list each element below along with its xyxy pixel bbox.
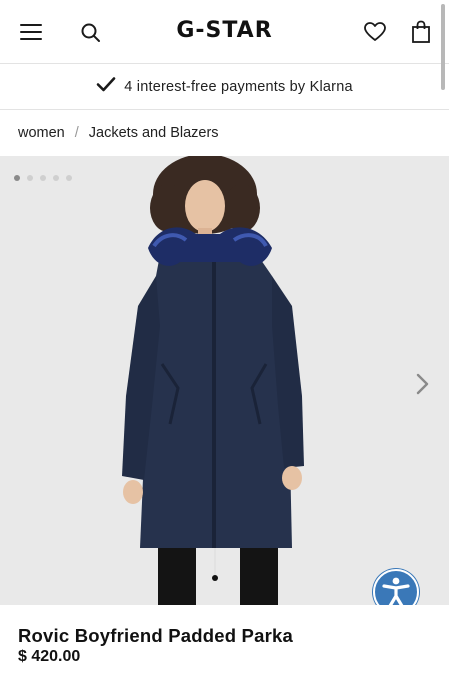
top-header: G-STAR: [0, 0, 449, 64]
shopping-bag-icon[interactable]: [410, 20, 432, 44]
gallery-dot[interactable]: [40, 175, 46, 181]
klarna-promo-text: 4 interest-free payments by Klarna: [124, 78, 353, 95]
gallery-dot[interactable]: [53, 175, 59, 181]
breadcrumb: women / Jackets and Blazers: [18, 122, 219, 144]
breadcrumb-link-women[interactable]: women: [18, 125, 65, 141]
product-price: $ 420.00: [18, 648, 81, 665]
breadcrumb-separator: /: [74, 125, 79, 141]
product-image-gallery[interactable]: [0, 156, 449, 605]
klarna-promo-bar: 4 interest-free payments by Klarna: [0, 64, 449, 110]
gallery-dot[interactable]: [14, 175, 20, 181]
chevron-right-icon[interactable]: [410, 370, 434, 398]
gallery-dot[interactable]: [66, 175, 72, 181]
product-info: Rovic Boyfriend Padded Parka $ 420.00: [0, 605, 449, 700]
gallery-dot[interactable]: [27, 175, 33, 181]
gallery-pagination: [14, 175, 72, 181]
product-photo: [122, 156, 304, 605]
heart-icon[interactable]: [364, 22, 386, 42]
checkmark-icon: [96, 76, 116, 97]
breadcrumb-link-jackets[interactable]: Jackets and Blazers: [89, 125, 219, 141]
product-name: Rovic Boyfriend Padded Parka: [18, 625, 293, 646]
